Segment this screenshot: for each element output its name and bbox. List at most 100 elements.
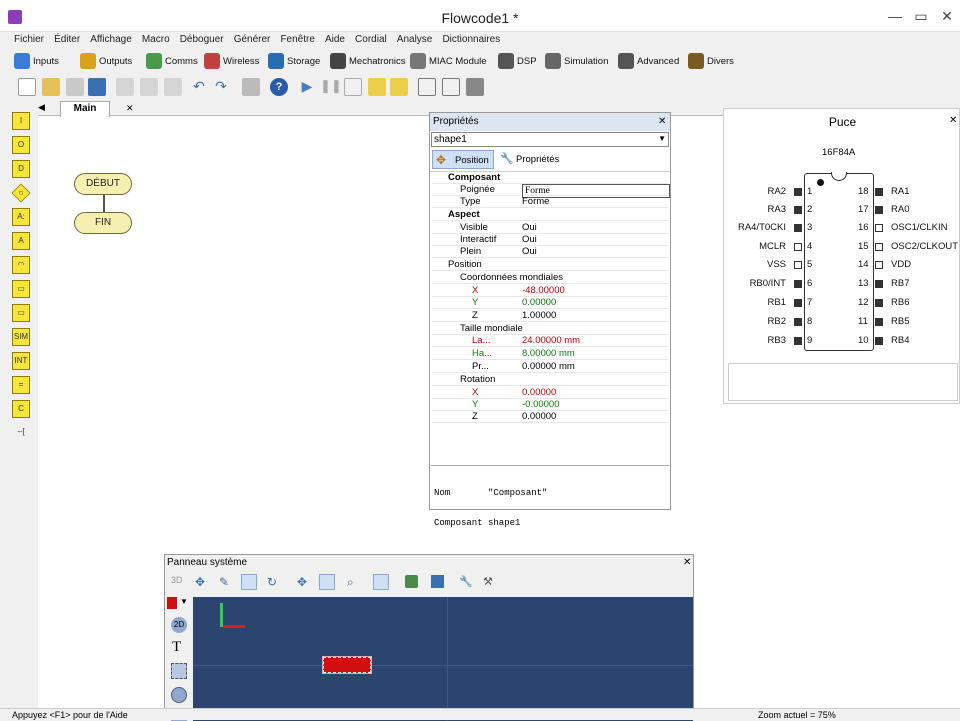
property-value[interactable]: 0.00000 <box>522 387 556 399</box>
toolbar-storage-button[interactable]: Storage <box>268 51 320 71</box>
tab-proprietes[interactable]: 🔧 Propriétés <box>498 150 568 169</box>
property-row[interactable]: Position <box>432 259 668 271</box>
rotate-icon[interactable]: ↻ <box>267 575 277 589</box>
property-value[interactable]: 0.00000 mm <box>522 361 575 373</box>
toolbar-divers-button[interactable]: Divers <box>688 51 734 71</box>
menu-cordial[interactable]: Cordial <box>352 32 390 48</box>
step-over-icon[interactable] <box>390 78 408 96</box>
property-row[interactable]: Rotation <box>432 374 668 386</box>
property-row[interactable]: Poignée Forme <box>432 184 670 198</box>
compile-icon[interactable] <box>418 78 436 96</box>
property-value[interactable]: -0.00000 <box>522 399 560 411</box>
property-row[interactable]: Taille mondiale <box>432 323 668 335</box>
menu-affichage[interactable]: Affichage <box>87 32 135 48</box>
component-macro-icon[interactable]: A <box>12 232 30 250</box>
tab-main[interactable]: Main <box>60 101 110 117</box>
pin-state-indicator[interactable] <box>875 243 883 251</box>
property-row[interactable]: Interactif Oui <box>432 234 668 246</box>
mode-2d-button[interactable]: 2D <box>171 617 187 633</box>
toolbar-outputs-button[interactable]: Outputs <box>80 51 132 71</box>
menu-fenetre[interactable]: Fenêtre <box>277 32 317 48</box>
property-row[interactable]: Z 0.00000 <box>432 411 668 423</box>
circle-icon[interactable] <box>171 687 187 703</box>
property-value[interactable]: -48.00000 <box>522 285 565 297</box>
pin-state-indicator[interactable] <box>875 224 883 232</box>
pin-state-indicator[interactable] <box>794 280 802 288</box>
property-value[interactable]: Oui <box>522 234 537 246</box>
toolbar-miac-module-button[interactable]: MIAC Module <box>410 51 487 71</box>
pin-state-indicator[interactable] <box>794 188 802 196</box>
mode-3d-button[interactable]: 3D <box>171 575 183 585</box>
cube-icon[interactable] <box>431 575 444 588</box>
pin-state-indicator[interactable] <box>794 243 802 251</box>
flow-start[interactable]: DÉBUT <box>74 173 132 195</box>
camera-icon[interactable] <box>319 574 335 590</box>
toolbar-wireless-button[interactable]: Wireless <box>204 51 259 71</box>
c-code-icon[interactable]: C <box>12 400 30 418</box>
menu-analyse[interactable]: Analyse <box>394 32 436 48</box>
property-row[interactable]: Pr... 0.00000 mm <box>432 361 668 373</box>
property-row[interactable]: Ha... 8.00000 mm <box>432 348 668 360</box>
pin-state-indicator[interactable] <box>875 188 883 196</box>
shape-icon[interactable] <box>405 575 418 588</box>
input-icon[interactable]: I <box>12 112 30 130</box>
loop-icon[interactable]: ◠ <box>12 256 30 274</box>
connection-point-icon[interactable]: ▭ <box>12 280 30 298</box>
tab-position[interactable]: ✥ Position <box>432 150 494 169</box>
property-row[interactable]: Z 1.00000 <box>432 310 668 322</box>
property-row[interactable]: Aspect <box>432 209 668 221</box>
select-box-icon[interactable] <box>171 663 187 679</box>
shape1-object[interactable] <box>323 657 371 673</box>
decision-icon[interactable]: ◇ <box>11 183 31 203</box>
pause-icon[interactable]: ❚❚ <box>320 78 342 96</box>
property-row[interactable]: Coordonnées mondiales <box>432 272 668 284</box>
delay-icon[interactable]: D <box>12 160 30 178</box>
flow-end[interactable]: FIN <box>74 212 132 234</box>
panel-view-icon[interactable] <box>373 574 389 590</box>
simulation-icon[interactable]: SIM <box>12 328 30 346</box>
calculation-icon[interactable]: ▭ <box>12 304 30 322</box>
cut-icon[interactable] <box>116 78 134 96</box>
maximize-icon[interactable]: ▭ <box>908 6 934 26</box>
menu-macro[interactable]: Macro <box>139 32 173 48</box>
pin-state-indicator[interactable] <box>794 299 802 307</box>
new-file-icon[interactable] <box>18 78 36 96</box>
toolbar-comms-button[interactable]: Comms <box>146 51 198 71</box>
pencil-icon[interactable]: ✎ <box>219 575 229 589</box>
move-icon[interactable]: ✥ <box>195 575 205 589</box>
open-folder-icon[interactable] <box>42 78 60 96</box>
pin-state-indicator[interactable] <box>794 318 802 326</box>
run-icon[interactable]: ▶ <box>298 78 316 96</box>
tab-close-icon[interactable]: ✕ <box>126 103 134 114</box>
menu-aide[interactable]: Aide <box>322 32 348 48</box>
tab-scroll-left-icon[interactable]: ◀ <box>38 102 45 113</box>
pin-state-indicator[interactable] <box>875 337 883 345</box>
paste-icon[interactable] <box>164 78 182 96</box>
color-picker[interactable] <box>167 597 177 609</box>
close-icon[interactable]: ✕ <box>934 6 960 26</box>
output-icon[interactable]: O <box>12 136 30 154</box>
wrench-icon[interactable]: 🔧 <box>459 575 473 588</box>
property-value[interactable]: Oui <box>522 222 537 234</box>
undo-icon[interactable]: ↶ <box>190 78 208 96</box>
copy-icon[interactable] <box>140 78 158 96</box>
property-row[interactable]: Y 0.00000 <box>432 297 668 309</box>
macro-icon[interactable]: A: <box>12 208 30 226</box>
pin-state-indicator[interactable] <box>875 299 883 307</box>
zoom-icon[interactable]: ⌕ <box>347 575 354 590</box>
menu-deboguer[interactable]: Déboguer <box>177 32 227 48</box>
pin-state-indicator[interactable] <box>875 206 883 214</box>
code-icon[interactable]: = <box>12 376 30 394</box>
toolbar-dsp-button[interactable]: DSP <box>498 51 537 71</box>
menu-dictionnaires[interactable]: Dictionnaires <box>439 32 503 48</box>
toolbar-mechatronics-button[interactable]: Mechatronics <box>330 51 406 71</box>
chip-icon[interactable] <box>466 78 484 96</box>
system-panel-close-icon[interactable]: ✕ <box>683 557 691 568</box>
component-selector[interactable]: shape1 ▼ <box>431 132 669 147</box>
print-icon[interactable] <box>242 78 260 96</box>
property-row[interactable]: La... 24.00000 mm <box>432 335 668 347</box>
help-icon[interactable]: ? <box>270 78 288 96</box>
toolbar-simulation-button[interactable]: Simulation <box>545 51 608 71</box>
reopen-icon[interactable] <box>66 78 84 96</box>
property-value[interactable]: 24.00000 mm <box>522 335 580 347</box>
